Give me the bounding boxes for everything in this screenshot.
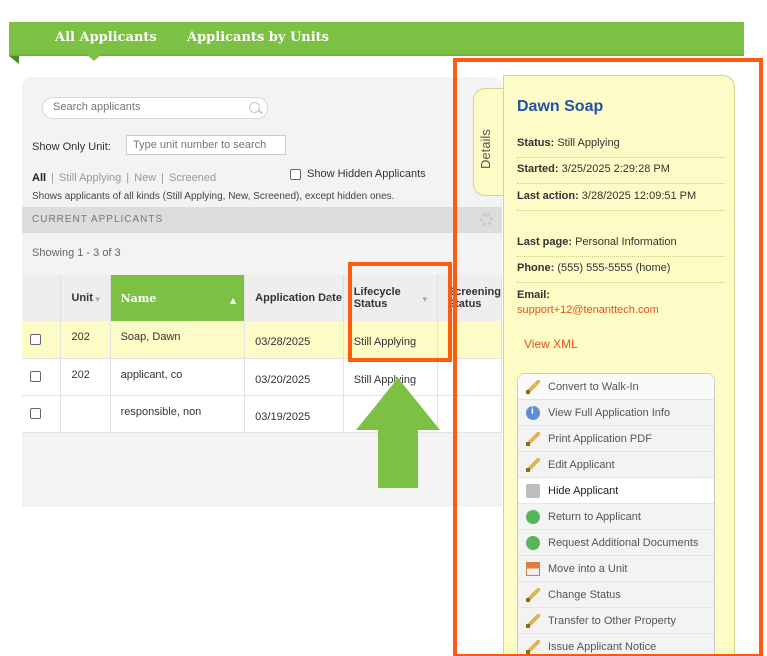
results-count: Showing 1 - 3 of 3 bbox=[32, 247, 121, 259]
applicants-panel: Show Only Unit: All | Still Applying | New | S… bbox=[22, 77, 502, 656]
show-hidden-toggle[interactable]: Show Hidden Applicants bbox=[290, 168, 426, 180]
col-unit-label: Unit bbox=[71, 292, 93, 304]
date-cell: 03/20/2025 bbox=[244, 358, 344, 396]
col-unit[interactable]: Unit ▼ bbox=[60, 275, 111, 321]
row-checkbox[interactable] bbox=[30, 408, 41, 420]
name-cell[interactable]: responsible, non bbox=[110, 395, 246, 433]
panel-empty-area bbox=[22, 507, 502, 656]
unit-cell bbox=[60, 395, 111, 433]
date-cell: 03/28/2025 bbox=[244, 321, 344, 359]
active-tab-pointer bbox=[86, 54, 102, 61]
filter-separator: | bbox=[126, 172, 130, 184]
sort-icon: ▼ bbox=[326, 295, 335, 304]
row-checkbox[interactable] bbox=[30, 333, 41, 345]
row-checkbox[interactable] bbox=[30, 371, 41, 383]
name-cell[interactable]: Soap, Dawn bbox=[110, 321, 246, 359]
search-icon[interactable] bbox=[249, 102, 260, 113]
name-cell[interactable]: applicant, co bbox=[110, 358, 246, 396]
unit-cell: 202 bbox=[60, 321, 111, 359]
search-input[interactable] bbox=[53, 101, 233, 113]
row-select-cell bbox=[22, 358, 62, 396]
filter-screened[interactable]: Screened bbox=[169, 172, 216, 184]
top-tab-bar: All Applicants Applicants by Units bbox=[9, 22, 744, 56]
col-application-date[interactable]: Application Date ▼ bbox=[244, 275, 344, 321]
tab-bar-fold bbox=[9, 56, 19, 64]
unit-filter-input[interactable] bbox=[126, 135, 286, 155]
tab-applicants-by-units[interactable]: Applicants by Units bbox=[187, 30, 329, 45]
unit-cell: 202 bbox=[60, 358, 111, 396]
filter-new[interactable]: New bbox=[134, 172, 156, 184]
date-cell: 03/19/2025 bbox=[244, 395, 344, 433]
col-name-label: Name bbox=[120, 291, 157, 305]
filter-separator: | bbox=[51, 172, 54, 184]
up-arrow-annotation bbox=[356, 378, 440, 488]
show-hidden-label: Show Hidden Applicants bbox=[307, 168, 426, 180]
section-header: CURRENT APPLICANTS bbox=[22, 207, 502, 233]
section-title: CURRENT APPLICANTS bbox=[32, 214, 164, 225]
show-hidden-checkbox[interactable] bbox=[290, 168, 301, 180]
status-filters: All | Still Applying | New | Screened bbox=[32, 172, 216, 184]
tab-all-applicants[interactable]: All Applicants bbox=[55, 30, 157, 45]
filter-still-applying[interactable]: Still Applying bbox=[59, 172, 121, 184]
unit-filter-label: Show Only Unit: bbox=[32, 141, 111, 153]
row-select-cell bbox=[22, 321, 62, 359]
col-name[interactable]: Name ▲ bbox=[110, 275, 246, 321]
col-select bbox=[22, 275, 62, 321]
filter-separator: | bbox=[161, 172, 165, 184]
sort-asc-icon: ▲ bbox=[230, 295, 237, 305]
sort-icon: ▼ bbox=[93, 295, 102, 304]
lifecycle-highlight-box bbox=[348, 262, 452, 362]
row-select-cell bbox=[22, 395, 62, 433]
search-box bbox=[42, 97, 268, 119]
filter-all[interactable]: All bbox=[32, 172, 46, 184]
filter-description: Shows applicants of all kinds (Still App… bbox=[32, 191, 395, 202]
details-highlight-box bbox=[453, 58, 763, 656]
